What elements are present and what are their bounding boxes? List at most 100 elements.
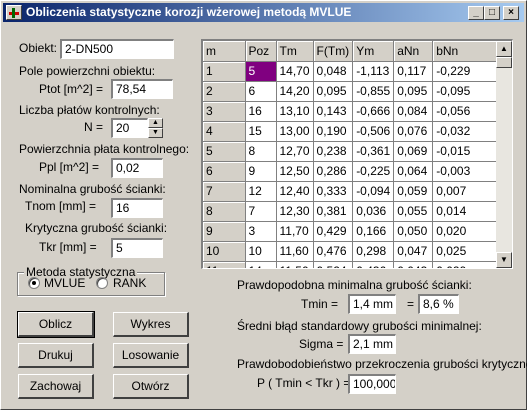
cell[interactable]: -0,032 (432, 121, 503, 142)
spin-up-button[interactable]: ▲ (148, 118, 163, 128)
col-header-poz[interactable]: Poz (245, 41, 277, 62)
cell[interactable]: 11,60 (276, 241, 314, 262)
data-grid[interactable]: m Poz Tm F(Tm) Ym aNn bNn 1 5 14,70 0,048 -1… (201, 39, 513, 269)
cell[interactable]: 12 (245, 181, 277, 202)
cell[interactable]: 7 (245, 201, 277, 222)
col-header-ann[interactable]: aNn (393, 41, 434, 62)
table-row[interactable]: 6 9 12,50 0,286 -0,225 0,064 -0,003 (203, 161, 503, 182)
maximize-button[interactable]: □ (484, 6, 500, 20)
radio-rank[interactable] (96, 277, 108, 289)
col-header-ftm[interactable]: F(Tm) (313, 41, 354, 62)
cell[interactable]: 8 (245, 141, 277, 162)
title-bar[interactable]: Obliczenia statystyczne korozji wżerowej… (3, 3, 524, 22)
cell[interactable]: 0,050 (393, 221, 434, 242)
cell[interactable]: 12,30 (276, 201, 314, 222)
cell[interactable]: 0,381 (313, 201, 354, 222)
cell[interactable]: 14,70 (276, 61, 314, 82)
cell[interactable]: 0,084 (393, 101, 434, 122)
cell[interactable]: -0,361 (352, 141, 395, 162)
cell[interactable]: 0,095 (313, 81, 354, 102)
ppl-field[interactable]: 0,02 (111, 158, 163, 178)
cell[interactable]: 0,076 (393, 121, 434, 142)
cell[interactable]: 11,70 (276, 221, 314, 242)
cell[interactable]: -0,506 (352, 121, 395, 142)
cell[interactable]: 0,029 (432, 261, 503, 268)
cell[interactable]: -0,229 (432, 61, 503, 82)
cell[interactable]: 0,117 (393, 61, 434, 82)
cell[interactable]: 13,10 (276, 101, 314, 122)
cell[interactable]: 11,50 (276, 261, 314, 268)
otworz-button[interactable]: Otwórz (113, 374, 189, 399)
ptot-field[interactable]: 78,54 (111, 79, 173, 99)
cell[interactable]: 0,043 (393, 261, 434, 268)
tkr-field[interactable]: 5 (111, 238, 163, 258)
cell[interactable]: 13,00 (276, 121, 314, 142)
col-header-m[interactable]: m (203, 41, 246, 62)
col-header-ym[interactable]: Ym (352, 41, 395, 62)
cell[interactable]: -0,225 (352, 161, 395, 182)
table-row[interactable]: 8 7 12,30 0,381 0,036 0,055 0,014 (203, 201, 503, 222)
cell[interactable]: 0,055 (393, 201, 434, 222)
cell[interactable]: 0,166 (352, 221, 395, 242)
cell[interactable]: 0,143 (313, 101, 354, 122)
tnom-field[interactable]: 16 (111, 198, 163, 218)
cell[interactable]: 0,333 (313, 181, 354, 202)
cell[interactable]: 6 (245, 81, 277, 102)
cell[interactable]: 0,048 (313, 61, 354, 82)
table-row[interactable]: 4 15 13,00 0,190 -0,506 0,076 -0,032 (203, 121, 503, 142)
radio-rank-label[interactable]: RANK (113, 276, 146, 290)
cell[interactable]: 12,70 (276, 141, 314, 162)
cell[interactable]: 0,286 (313, 161, 354, 182)
table-row[interactable]: 2 6 14,20 0,095 -0,855 0,095 -0,095 (203, 81, 503, 102)
table-row[interactable]: 7 12 12,40 0,333 -0,094 0,059 0,007 (203, 181, 503, 202)
vertical-scrollbar[interactable]: ▲ ▼ (496, 41, 512, 268)
cell[interactable]: 0,059 (393, 181, 434, 202)
cell[interactable]: 0,190 (313, 121, 354, 142)
cell[interactable]: 0,025 (432, 241, 503, 262)
cell[interactable]: 3 (245, 221, 277, 242)
table-row[interactable]: 9 3 11,70 0,429 0,166 0,050 0,020 (203, 221, 503, 242)
cell[interactable]: 0,095 (393, 81, 434, 102)
cell[interactable]: 0,476 (313, 241, 354, 262)
tmin-pct-field[interactable]: 8,6 % (418, 294, 459, 314)
col-header-bnn[interactable]: bNn (432, 41, 503, 62)
cell[interactable]: -0,855 (352, 81, 395, 102)
table-row[interactable]: 5 8 12,70 0,238 -0,361 0,069 -0,015 (203, 141, 503, 162)
n-spinner[interactable]: ▲ ▼ (148, 118, 163, 138)
scroll-thumb[interactable] (496, 57, 512, 68)
table-row[interactable]: 3 16 13,10 0,143 -0,666 0,084 -0,056 (203, 101, 503, 122)
minimize-button[interactable]: _ (468, 6, 484, 20)
cell[interactable]: 0,064 (393, 161, 434, 182)
drukuj-button[interactable]: Drukuj (18, 343, 94, 368)
p-field[interactable]: 100,000 (348, 374, 396, 394)
spin-down-button[interactable]: ▼ (148, 128, 163, 138)
table-row[interactable]: 10 10 11,60 0,476 0,298 0,047 0,025 (203, 241, 503, 262)
cell[interactable]: 10 (245, 241, 277, 262)
wykres-button[interactable]: Wykres (113, 312, 189, 337)
cell[interactable]: -0,094 (352, 181, 395, 202)
cell[interactable]: 12,50 (276, 161, 314, 182)
cell[interactable]: 0,014 (432, 201, 503, 222)
table-row[interactable]: 111411,500,5240,4360,0430,029 (203, 261, 503, 268)
radio-mvlue[interactable] (28, 277, 40, 289)
cell[interactable]: 0,429 (313, 221, 354, 242)
zachowaj-button[interactable]: Zachowaj (18, 374, 94, 399)
cell[interactable]: -0,015 (432, 141, 503, 162)
oblicz-button[interactable]: Oblicz (17, 311, 95, 338)
cell[interactable]: 0,298 (352, 241, 395, 262)
cell[interactable]: 9 (245, 161, 277, 182)
cell[interactable]: 0,524 (313, 261, 354, 268)
app-icon[interactable] (6, 5, 22, 20)
selected-cell[interactable]: 5 (245, 61, 277, 82)
cell[interactable]: 0,238 (313, 141, 354, 162)
tmin-field[interactable]: 1,4 mm (348, 294, 396, 314)
radio-mvlue-label[interactable]: MVLUE (44, 276, 85, 290)
scroll-down-button[interactable]: ▼ (496, 252, 512, 268)
cell[interactable]: 14,20 (276, 81, 314, 102)
obiekt-field[interactable]: 2-DN500 (60, 39, 174, 59)
cell[interactable]: 0,036 (352, 201, 395, 222)
cell[interactable]: 0,020 (432, 221, 503, 242)
cell[interactable]: -0,003 (432, 161, 503, 182)
losowanie-button[interactable]: Losowanie (113, 343, 189, 368)
table-row[interactable]: 1 5 14,70 0,048 -1,113 0,117 -0,229 (203, 61, 503, 82)
